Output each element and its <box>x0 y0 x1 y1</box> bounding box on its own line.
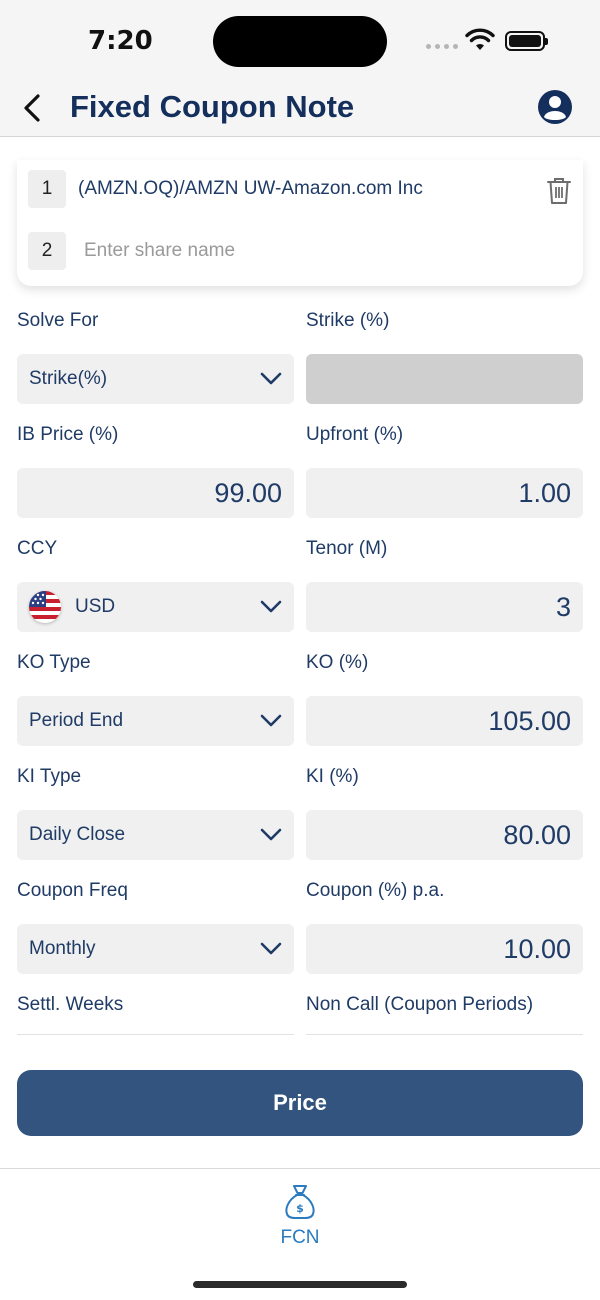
chevron-left-icon <box>24 94 40 122</box>
ko-type-value: Period End <box>29 710 124 731</box>
svg-text:$: $ <box>296 1202 304 1215</box>
tab-fcn[interactable]: $ FCN <box>260 1183 340 1257</box>
ccy-field: CCY USD <box>17 538 294 632</box>
wifi-icon <box>465 28 495 50</box>
solve-for-label: Solve For <box>17 310 99 331</box>
chevron-down-icon <box>260 372 282 385</box>
chevron-down-icon <box>260 942 282 955</box>
back-button[interactable] <box>14 88 50 128</box>
ib-price-field: IB Price (%) 99.00 <box>17 424 294 518</box>
coupon-freq-field: Coupon Freq Monthly <box>17 880 294 974</box>
coupon-input[interactable]: 10.00 <box>306 924 583 974</box>
us-flag-icon <box>29 591 61 623</box>
status-bar: 7:20 <box>0 0 600 80</box>
ccy-value: USD <box>75 596 116 617</box>
share-list-card: 1 (AMZN.OQ)/AMZN UW-Amazon.com Inc 2 <box>17 160 583 286</box>
coupon-freq-dropdown[interactable]: Monthly <box>17 924 294 974</box>
coupon-label: Coupon (%) p.a. <box>306 880 445 901</box>
upfront-field: Upfront (%) 1.00 <box>306 424 583 518</box>
ki-field: KI (%) 80.00 <box>306 766 583 860</box>
tenor-input[interactable]: 3 <box>306 582 583 632</box>
dynamic-island <box>213 16 387 67</box>
non-call-label: Non Call (Coupon Periods) <box>306 994 534 1015</box>
tab-bar: $ FCN <box>0 1168 600 1300</box>
share-name[interactable]: (AMZN.OQ)/AMZN UW-Amazon.com Inc <box>78 178 423 200</box>
solve-for-field: Solve For Strike(%) <box>17 310 294 404</box>
ki-label: KI (%) <box>306 766 359 787</box>
nav-bar: Fixed Coupon Note <box>0 80 600 137</box>
money-bag-icon: $ <box>285 1185 315 1219</box>
cellular-signal-icon <box>426 44 458 49</box>
ko-field: KO (%) 105.00 <box>306 652 583 746</box>
ki-type-dropdown[interactable]: Daily Close <box>17 810 294 860</box>
ko-label: KO (%) <box>306 652 369 673</box>
upfront-input[interactable]: 1.00 <box>306 468 583 518</box>
trash-icon[interactable] <box>546 176 572 206</box>
share-index: 1 <box>28 170 66 208</box>
settl-weeks-label: Settl. Weeks <box>17 994 124 1015</box>
tenor-field: Tenor (M) 3 <box>306 538 583 632</box>
price-button[interactable]: Price <box>17 1070 583 1136</box>
status-time: 7:20 <box>88 26 153 56</box>
user-profile-icon[interactable] <box>536 88 574 126</box>
page-title: Fixed Coupon Note <box>70 89 355 124</box>
ccy-dropdown[interactable]: USD <box>17 582 294 632</box>
share-index: 2 <box>28 232 66 270</box>
solve-for-dropdown[interactable]: Strike(%) <box>17 354 294 404</box>
tenor-label: Tenor (M) <box>306 538 388 559</box>
battery-icon <box>505 31 548 51</box>
strike-field: Strike (%) <box>306 310 583 404</box>
ib-price-input[interactable]: 99.00 <box>17 468 294 518</box>
share-row: 2 <box>28 232 464 270</box>
upfront-label: Upfront (%) <box>306 424 404 445</box>
ki-type-field: KI Type Daily Close <box>17 766 294 860</box>
ccy-label: CCY <box>17 538 58 559</box>
share-row: 1 (AMZN.OQ)/AMZN UW-Amazon.com Inc <box>28 170 423 208</box>
coupon-freq-value: Monthly <box>29 938 96 959</box>
ki-type-label: KI Type <box>17 766 82 787</box>
settl-weeks-input[interactable] <box>17 1034 294 1035</box>
coupon-field: Coupon (%) p.a. 10.00 <box>306 880 583 974</box>
ko-type-field: KO Type Period End <box>17 652 294 746</box>
ko-input[interactable]: 105.00 <box>306 696 583 746</box>
chevron-down-icon <box>260 600 282 613</box>
settl-weeks-field: Settl. Weeks <box>17 994 294 1035</box>
ko-type-dropdown[interactable]: Period End <box>17 696 294 746</box>
home-indicator <box>193 1281 407 1288</box>
ib-price-label: IB Price (%) <box>17 424 119 445</box>
solve-for-value: Strike(%) <box>29 368 108 389</box>
strike-label: Strike (%) <box>306 310 390 331</box>
share-name-input[interactable] <box>84 240 464 262</box>
ki-input[interactable]: 80.00 <box>306 810 583 860</box>
non-call-field: Non Call (Coupon Periods) <box>306 994 583 1035</box>
ko-type-label: KO Type <box>17 652 91 673</box>
tab-fcn-label: FCN <box>280 1227 320 1248</box>
chevron-down-icon <box>260 828 282 841</box>
ki-type-value: Daily Close <box>29 824 126 845</box>
strike-input <box>306 354 583 404</box>
non-call-input[interactable] <box>306 1034 583 1035</box>
coupon-freq-label: Coupon Freq <box>17 880 128 901</box>
chevron-down-icon <box>260 714 282 727</box>
